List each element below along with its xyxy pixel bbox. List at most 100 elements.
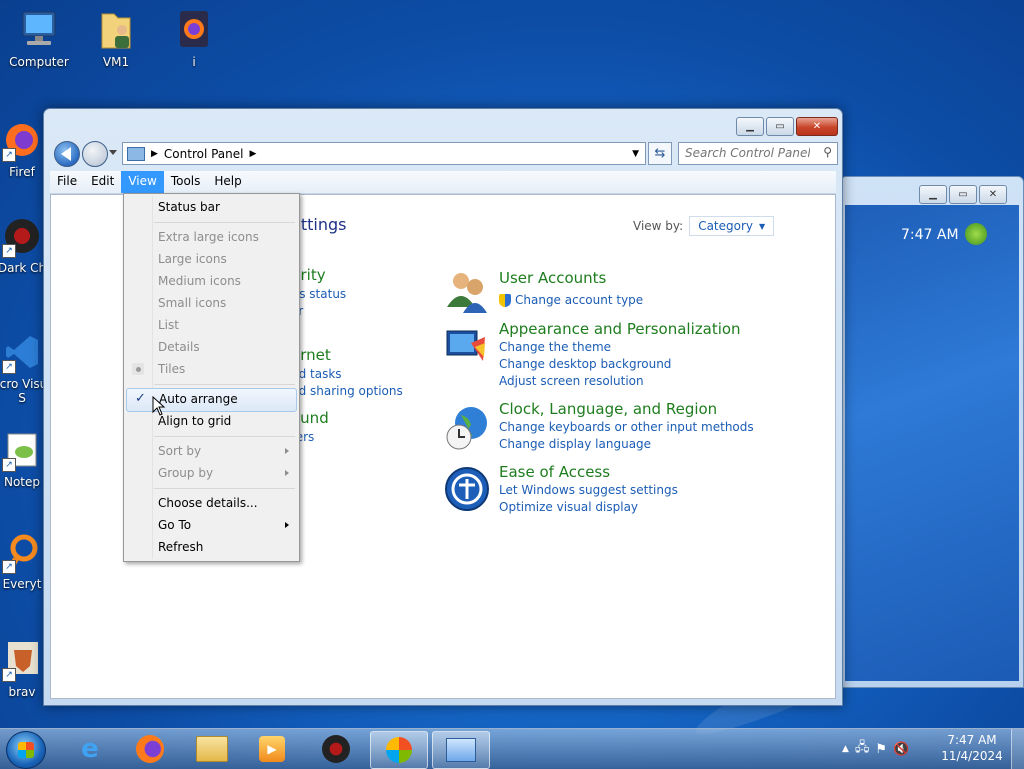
refresh-icon[interactable]: ⇆ [648,142,672,165]
taskbar-dark-chrome[interactable] [308,731,364,767]
everything-search-icon: ↗ [0,530,44,574]
maximize-icon[interactable]: ▭ [949,185,977,204]
show-desktop-button[interactable] [1011,729,1024,769]
menu-item-details[interactable]: Details [126,336,297,358]
shortcut-arrow-icon: ↗ [2,668,16,682]
menu-separator [154,488,295,489]
mouse-cursor-icon [152,395,166,419]
start-button[interactable] [6,731,46,769]
system-tray: ▲ 🖧 ⚑ 🔇 [842,729,909,769]
menu-item-group-by[interactable]: Group by [126,462,297,484]
taskbar-media-player[interactable]: ▶ [244,731,300,767]
view-by-label: View by: [633,219,684,233]
menu-item-list[interactable]: List [126,314,297,336]
close-icon[interactable]: ✕ [979,185,1007,204]
menu-item-large-icons[interactable]: Large icons [126,248,297,270]
desktop-icon-i[interactable]: i [158,8,230,69]
taskbar-background-window[interactable] [370,731,428,769]
user-folder-icon [94,8,138,52]
dark-chrome-icon: ↗ [0,214,44,258]
breadcrumb-chevron-icon[interactable]: ▶ [250,149,257,159]
recent-pages-dropdown[interactable] [109,150,117,155]
minimize-button[interactable]: ▁ [736,117,764,136]
menu-item-medium-icons[interactable]: Medium icons [126,270,297,292]
menu-separator [154,384,295,385]
checkmark-icon: ✓ [135,391,146,406]
minimize-icon[interactable]: ▁ [919,185,947,204]
link-optimize-visual-display[interactable]: Optimize visual display [499,500,638,514]
link-adjust-screen-resolution[interactable]: Adjust screen resolution [499,374,644,388]
action-center-flag-icon[interactable]: ⚑ [875,742,887,757]
menu-tools[interactable]: Tools [164,171,208,193]
firefox-icon: ↗ [0,118,44,162]
user-accounts-icon[interactable] [443,267,491,315]
notepad-plus-icon: ↗ [0,428,44,472]
folder-icon [196,736,228,762]
link-let-windows-suggest[interactable]: Let Windows suggest settings [499,483,678,497]
menu-item-label: Auto arrange [159,392,238,406]
menu-view[interactable]: View [121,171,164,193]
link-change-account-type[interactable]: Change account type [515,293,643,307]
category-title-clock-language-region[interactable]: Clock, Language, and Region [499,400,717,418]
maximize-button[interactable]: ▭ [766,117,794,136]
background-window[interactable]: ▁ ▭ ✕ 7:47 AM [840,176,1024,688]
desktop-icon-vm1[interactable]: VM1 [80,8,152,69]
submenu-arrow-icon [285,470,289,476]
view-by-dropdown[interactable]: Category ▼ [689,216,775,236]
category-title-appearance[interactable]: Appearance and Personalization [499,320,741,338]
menu-separator [154,222,295,223]
close-button[interactable]: ✕ [796,117,838,136]
ease-of-access-icon[interactable] [443,465,491,513]
address-bar-row: ▶ Control Panel ▶ ▼ ⇆ ⚲ [50,139,838,167]
back-arrow-icon [61,147,71,161]
radio-bullet-icon [132,363,144,375]
menu-edit[interactable]: Edit [84,171,121,193]
taskbar-control-panel[interactable] [432,731,490,769]
volume-muted-icon[interactable]: 🔇 [893,742,909,757]
link-change-display-language[interactable]: Change display language [499,437,651,451]
menu-item-choose-details[interactable]: Choose details... [126,492,297,514]
shortcut-arrow-icon: ↗ [2,360,16,374]
menu-file[interactable]: File [50,171,84,193]
address-dropdown-icon[interactable]: ▼ [632,149,639,159]
appearance-icon[interactable] [443,323,491,371]
taskbar-internet-explorer[interactable]: e [62,731,118,767]
menu-bar: File Edit View Tools Help [50,171,836,194]
shortcut-arrow-icon: ↗ [2,560,16,574]
menu-item-label: Tiles [158,362,186,376]
taskbar-file-explorer[interactable] [184,731,240,767]
category-title-ease-of-access[interactable]: Ease of Access [499,463,610,481]
windows-orb-icon [386,737,412,763]
forward-button[interactable] [82,141,108,167]
menu-item-status-bar[interactable]: Status bar [126,196,297,218]
network-icon[interactable]: 🖧 [855,738,870,760]
menu-item-extra-large-icons[interactable]: Extra large icons [126,226,297,248]
search-input[interactable] [679,143,816,162]
menu-help[interactable]: Help [207,171,248,193]
menu-item-tiles[interactable]: Tiles [126,358,297,380]
search-icon[interactable]: ⚲ [823,145,832,159]
menu-item-small-icons[interactable]: Small icons [126,292,297,314]
show-hidden-icons-icon[interactable]: ▲ [842,744,849,754]
category-title-user-accounts[interactable]: User Accounts [499,269,606,287]
search-box[interactable]: ⚲ [678,142,838,165]
address-bar[interactable]: ▶ Control Panel ▶ ▼ [122,142,646,165]
background-window-clock: 7:47 AM [901,227,959,243]
link-change-keyboards[interactable]: Change keyboards or other input methods [499,420,754,434]
clock-language-region-icon[interactable] [443,403,491,451]
menu-item-refresh[interactable]: Refresh [126,536,297,558]
link-change-desktop-background[interactable]: Change desktop background [499,357,671,371]
menu-item-go-to[interactable]: Go To [126,514,297,536]
taskbar-firefox[interactable] [122,731,178,767]
media-player-icon: ▶ [259,736,285,762]
breadcrumb-control-panel[interactable]: Control Panel [164,147,244,161]
taskbar-clock[interactable]: 7:47 AM 11/4/2024 [932,732,1012,764]
firefox-file-icon [172,8,216,52]
desktop-icon-computer[interactable]: Computer [3,8,75,69]
menu-item-sort-by[interactable]: Sort by [126,440,297,462]
desktop-icon-label: i [192,55,196,69]
clock-time: 7:47 AM [947,733,997,747]
link-network-sharing[interactable]: nd sharing options [291,384,403,398]
link-change-theme[interactable]: Change the theme [499,340,611,354]
back-button[interactable] [54,141,80,167]
